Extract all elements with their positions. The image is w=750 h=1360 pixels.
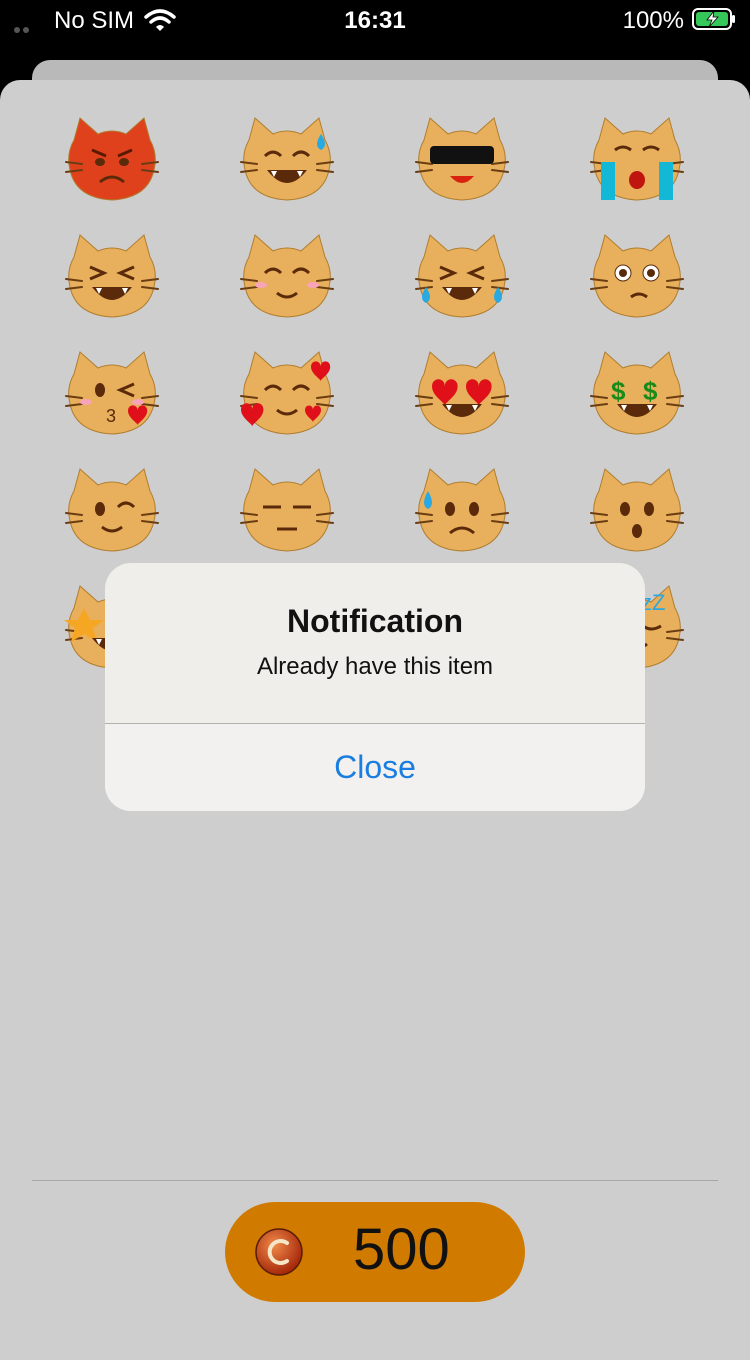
money-eyes-cat-icon[interactable]: $ $ <box>587 344 687 444</box>
heart-eyes-cat-icon[interactable] <box>412 344 512 444</box>
status-bar: No SIM 16:31 100% <box>0 0 750 44</box>
close-button[interactable]: Close <box>105 724 645 811</box>
anxious-sweat-cat-icon[interactable] <box>412 461 512 561</box>
crying-cat-icon[interactable] <box>587 110 687 210</box>
svg-text:$: $ <box>611 376 626 406</box>
surprised-cat-icon[interactable] <box>587 461 687 561</box>
tears-of-joy-cat-icon[interactable] <box>412 227 512 327</box>
laughing-cat-icon[interactable] <box>62 227 162 327</box>
coin-c-icon <box>255 1228 303 1276</box>
worried-cat-icon[interactable] <box>587 227 687 327</box>
sweat-smile-cat-icon[interactable] <box>237 110 337 210</box>
sunglasses-cat-icon[interactable] <box>412 110 512 210</box>
expressionless-cat-icon[interactable] <box>237 461 337 561</box>
svg-text:$: $ <box>643 376 658 406</box>
notification-alert: Notification Already have this item Clos… <box>105 563 645 811</box>
battery-percent: 100% <box>622 7 684 34</box>
coin-value: 500 <box>353 1217 450 1282</box>
smiling-hearts-cat-icon[interactable] <box>237 344 337 444</box>
coin-balance-button[interactable]: 500 <box>225 1202 525 1302</box>
svg-text:3: 3 <box>106 406 116 426</box>
alert-message: Already have this item <box>256 653 494 680</box>
blushing-cat-icon[interactable] <box>237 227 337 327</box>
kissing-heart-cat-icon[interactable]: 3 <box>62 344 162 444</box>
winking-cat-icon[interactable] <box>62 461 162 561</box>
divider <box>32 1180 718 1181</box>
battery-charging-icon <box>692 8 735 30</box>
angry-cat-icon[interactable] <box>62 110 162 210</box>
alert-title: Notification <box>287 603 463 639</box>
